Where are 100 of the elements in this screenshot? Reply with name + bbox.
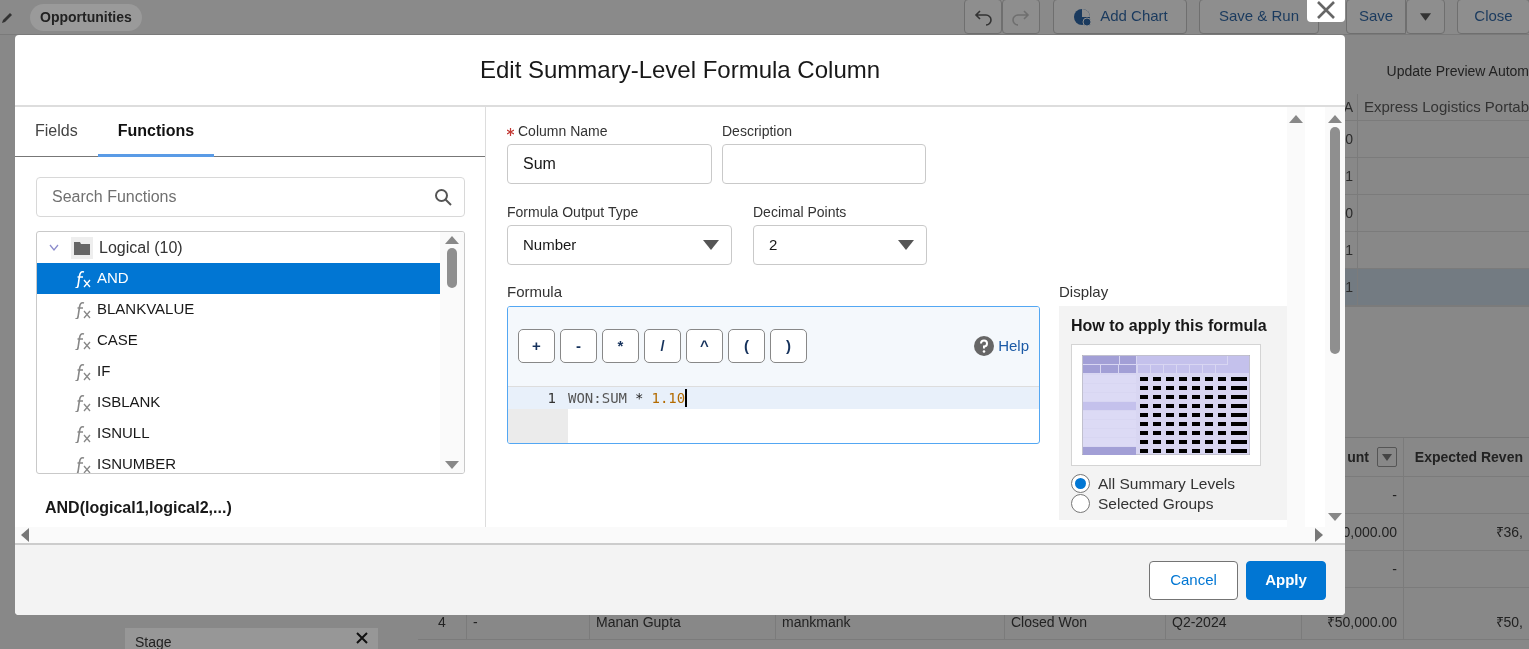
scrollbar[interactable] — [440, 232, 464, 473]
operator-button[interactable]: ) — [770, 329, 807, 363]
caret-icon — [703, 240, 719, 250]
radio-option[interactable]: Selected Groups — [1071, 493, 1275, 514]
operator-button[interactable]: * — [602, 329, 639, 363]
tree-folder[interactable]: Logical (10) — [37, 232, 440, 263]
toolbar-button[interactable]: Save & Run — [1199, 0, 1319, 34]
code-token: WON:SUM — [568, 388, 627, 408]
dropdown-button[interactable] — [1377, 447, 1397, 467]
close-icon — [1316, 0, 1336, 20]
close-icon[interactable] — [356, 632, 368, 644]
section-heading: How to apply this formula — [1071, 315, 1268, 336]
caret-icon — [898, 240, 914, 250]
section-label: Display — [1059, 282, 1110, 302]
table-cell-text: Q2-2024 — [1172, 613, 1227, 632]
scroll-down-icon[interactable] — [1328, 513, 1342, 521]
function-item[interactable]: ISNUMBER — [37, 449, 440, 473]
function-icon — [75, 362, 91, 381]
function-item[interactable]: CASE — [37, 325, 440, 356]
folder-icon — [71, 236, 93, 259]
search-field[interactable]: Search Functions — [36, 177, 465, 217]
scroll-thumb[interactable] — [1330, 127, 1340, 354]
dropdown-button[interactable] — [1406, 0, 1445, 34]
scroll-down-icon[interactable] — [445, 461, 459, 469]
help-icon — [974, 336, 995, 356]
caret-icon — [1419, 11, 1432, 22]
field-label: Formula Output Type — [507, 203, 640, 222]
scroll-thumb[interactable] — [447, 248, 457, 288]
table-cell-text: 4 — [438, 613, 446, 632]
operator-button[interactable]: / — [644, 329, 681, 363]
caret-icon — [1382, 453, 1392, 461]
help-link[interactable]: Help — [974, 334, 1029, 358]
function-icon — [75, 455, 91, 473]
table-cell-text: 0 — [1345, 203, 1353, 223]
line-number: 1 — [508, 386, 568, 409]
code-token: 1.10 — [651, 388, 686, 408]
table-cell-text: - — [1392, 559, 1397, 579]
scroll-up-icon[interactable] — [1289, 115, 1303, 123]
table-cell-text: Manan Gupta — [596, 613, 681, 632]
operator-button[interactable]: ( — [728, 329, 765, 363]
table-cell-text: 1 — [1345, 240, 1353, 260]
select-field[interactable]: Number — [507, 225, 732, 265]
table-cell-text: 0 — [1345, 129, 1353, 149]
input-field[interactable] — [722, 144, 926, 184]
operator-button[interactable]: + — [518, 329, 555, 363]
scroll-up-icon[interactable] — [445, 236, 459, 244]
operator-button[interactable]: - — [560, 329, 597, 363]
scrollbar[interactable] — [1287, 107, 1305, 527]
formula-editor[interactable]: + - * / ^ ( ) Help 1 WON:SUM * 1.10 — [507, 305, 1040, 444]
close-button[interactable] — [1307, 0, 1345, 22]
apply-button[interactable]: Apply — [1246, 560, 1326, 600]
table-cell-text: 1 — [1345, 277, 1353, 297]
code-token: * — [635, 388, 644, 408]
scroll-left-icon[interactable] — [21, 528, 29, 542]
toolbar-button[interactable]: Save — [1346, 0, 1406, 34]
function-item[interactable]: ISNULL — [37, 418, 440, 449]
function-icon — [75, 393, 91, 412]
table-cell-text: mankmank — [782, 613, 851, 632]
scrollbar[interactable] — [1325, 107, 1345, 527]
function-item[interactable]: IF — [37, 356, 440, 387]
undo-button[interactable] — [964, 0, 1002, 34]
pencil-icon — [0, 10, 14, 25]
table-cell-text: ₹36, — [1495, 522, 1523, 542]
scrollbar[interactable] — [15, 527, 1345, 545]
table-cell-text: Closed Won — [1011, 613, 1087, 632]
scroll-up-icon[interactable] — [1328, 115, 1342, 123]
field-label: Decimal Points — [753, 203, 848, 222]
cancel-button[interactable]: Cancel — [1149, 560, 1238, 600]
text-cursor — [685, 388, 688, 407]
column-header: Express Logistics Portab — [1363, 96, 1529, 117]
tab[interactable]: Functions — [97, 107, 215, 157]
function-icon — [75, 331, 91, 350]
preview-button[interactable]: Update Preview Autom — [1386, 61, 1529, 82]
function-signature: AND(logical1,logical2,...) — [45, 498, 233, 518]
dialog-title: Edit Summary-Level Formula Column — [479, 55, 881, 85]
scroll-right-icon[interactable] — [1315, 528, 1323, 542]
radio-option[interactable]: All Summary Levels — [1071, 473, 1275, 494]
tab-label[interactable]: Opportunities — [30, 4, 142, 31]
add-chart-button[interactable]: Add Chart — [1053, 0, 1187, 34]
column-header: unt — [1347, 447, 1369, 467]
filter-chip[interactable]: Stage — [125, 628, 378, 649]
table-cell-text: ₹50, — [1495, 613, 1523, 632]
operator-button[interactable]: ^ — [686, 329, 723, 363]
table-cell-text: - — [1392, 485, 1397, 505]
select-field[interactable]: 2 — [753, 225, 927, 265]
field-label: Description — [722, 122, 794, 141]
function-icon — [75, 300, 91, 319]
function-item[interactable]: AND — [37, 263, 440, 294]
function-item[interactable]: BLANKVALUE — [37, 294, 440, 325]
function-icon — [75, 424, 91, 443]
function-icon — [75, 269, 91, 288]
toolbar-button[interactable]: Close — [1457, 0, 1529, 34]
tab[interactable]: Fields — [15, 107, 98, 157]
chart-icon — [1072, 6, 1093, 27]
input-field[interactable]: Sum — [507, 144, 712, 184]
function-item[interactable]: ISBLANK — [37, 387, 440, 418]
search-icon — [434, 188, 452, 206]
column-header: Expected Reven — [1414, 447, 1523, 467]
field-label: Formula — [507, 282, 563, 302]
table-cell-text: - — [473, 613, 478, 632]
